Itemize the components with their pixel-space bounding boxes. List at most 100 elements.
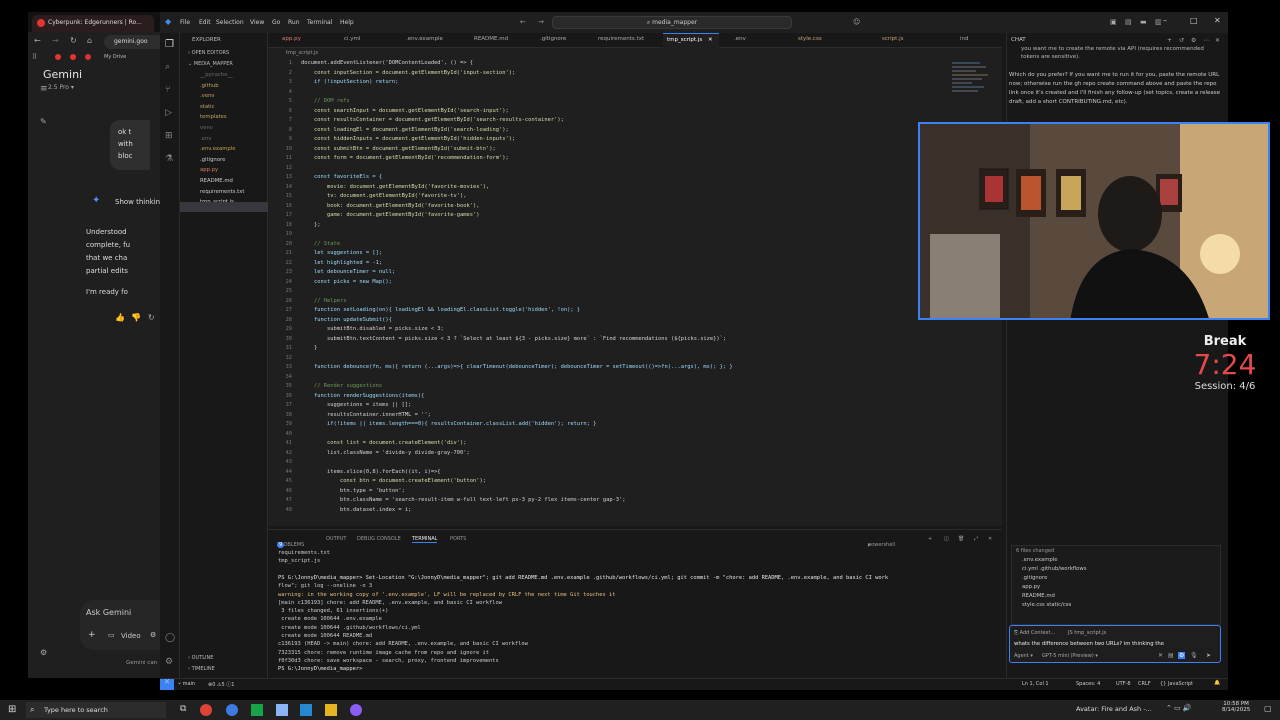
file-tree-item[interactable]: static	[192, 102, 268, 113]
new-chat-icon[interactable]: +	[1167, 37, 1172, 44]
close-icon[interactable]: ✕	[1214, 16, 1221, 25]
menu-help[interactable]: Help	[340, 19, 354, 26]
media-notification[interactable]: Avatar: Fire and Ash -...	[1076, 705, 1152, 713]
history-icon[interactable]: ↺	[1179, 37, 1184, 44]
command-center[interactable]: ⌕ media_mapper	[552, 16, 792, 29]
forward-icon[interactable]: →	[52, 36, 59, 45]
app-icon[interactable]	[276, 704, 288, 716]
layout-icon[interactable]: ▣	[1110, 18, 1117, 26]
add-context-button[interactable]: ⎘ Add Context...	[1014, 630, 1055, 636]
maximize-panel-icon[interactable]: ⤢	[974, 536, 978, 542]
account-icon[interactable]: ◯	[165, 633, 175, 643]
panel-tab-ports[interactable]: PORTS	[450, 536, 466, 542]
file-tree-item[interactable]: .env.example	[192, 144, 268, 155]
changed-file-item[interactable]: app.py	[1012, 583, 1220, 592]
run-debug-icon[interactable]: ▷	[165, 108, 172, 118]
notifications-icon[interactable]: 🔔	[1214, 680, 1220, 686]
model-selector[interactable]: 2.5 Pro ▾	[48, 84, 74, 91]
new-chat-icon[interactable]: ✎	[40, 117, 47, 126]
url-field[interactable]: gemini.goo	[104, 35, 160, 49]
timeline-header[interactable]: › TIMELINE	[188, 666, 215, 672]
cursor-position[interactable]: Ln 1, Col 1	[1022, 681, 1049, 687]
toggle-icon[interactable]: ⚙	[1178, 652, 1186, 659]
tools-icon[interactable]: ✕	[1158, 652, 1163, 659]
branch-indicator[interactable]: ⑂ main	[178, 681, 195, 687]
new-terminal-icon[interactable]: +	[928, 536, 932, 542]
copilot-icon[interactable]: ☺	[853, 18, 860, 26]
prompt-input[interactable]: Ask Gemini	[86, 608, 131, 617]
close-tab-icon[interactable]: ✕	[708, 37, 713, 43]
manage-icon[interactable]: ⚙	[165, 657, 173, 667]
obs-icon[interactable]	[350, 704, 362, 716]
file-tree-item[interactable]: .venv	[192, 91, 268, 102]
tools-icon[interactable]: ⚙	[150, 631, 156, 639]
changed-file-item[interactable]: .env.example	[1012, 556, 1220, 565]
tab-gitignore[interactable]: .gitignore	[540, 36, 566, 42]
task-view-icon[interactable]: ⧉	[180, 704, 186, 714]
secondary-sidebar-icon[interactable]: ▥	[1155, 18, 1162, 26]
breadcrumb[interactable]: tmp_script.js	[286, 50, 318, 56]
file-tree-item[interactable]: .gitignore	[192, 155, 268, 166]
testing-icon[interactable]: ⚗	[165, 154, 173, 164]
tab-style-css[interactable]: style.css	[798, 36, 822, 42]
panel-toggle-icon[interactable]: ▬	[1140, 18, 1147, 26]
chat-settings-icon[interactable]: ⚙	[1191, 37, 1196, 44]
file-tree-item[interactable]: requirements.txt	[192, 187, 268, 198]
nav-back-icon[interactable]: ←	[520, 18, 526, 26]
chat-input[interactable]: whats the difference between two URLs? i…	[1014, 641, 1164, 647]
tab-ci-yml[interactable]: ci.yml	[344, 36, 360, 42]
back-icon[interactable]: ←	[34, 36, 41, 45]
tab-app-py[interactable]: app.py	[282, 36, 301, 42]
model-picker[interactable]: GPT-5 mini (Preview) ▾	[1042, 653, 1098, 659]
tab-tmp-script-active[interactable]: tmp_script.js ✕	[663, 33, 719, 48]
source-control-icon[interactable]: ⑂	[165, 85, 170, 95]
terminal-output[interactable]: requirements.txt tmp_script.js PS G:\Jonny…	[268, 550, 988, 675]
add-icon[interactable]: +	[88, 630, 96, 640]
tab-script-js[interactable]: script.js	[882, 36, 903, 42]
clock[interactable]: 10:58 PM 8/14/2025	[1222, 701, 1250, 713]
outline-header[interactable]: › OUTLINE	[188, 655, 213, 661]
thumbs-down-icon[interactable]: 👎	[131, 313, 141, 322]
maximize-icon[interactable]: □	[1190, 16, 1198, 25]
settings-icon[interactable]: ⚙	[40, 648, 47, 657]
menu-selection[interactable]: Selection	[216, 19, 244, 26]
menu-icon[interactable]: ≡	[40, 84, 48, 94]
tab-env-example[interactable]: .env.example	[406, 36, 443, 42]
sidebar-toggle-icon[interactable]: ▤	[1125, 18, 1132, 26]
show-thinking-toggle[interactable]: Show thinkin	[115, 198, 160, 206]
file-tree-item[interactable]: README.md	[192, 176, 268, 187]
menu-view[interactable]: View	[250, 19, 264, 26]
nav-forward-icon[interactable]: →	[538, 18, 544, 26]
problems-indicator[interactable]: ⊗0 ⚠5 ⓘ1	[208, 681, 234, 688]
chat-close-icon[interactable]: ✕	[1215, 37, 1220, 44]
remote-icon[interactable]: ⟩⟨	[160, 679, 174, 690]
bookmark-icon[interactable]	[55, 54, 61, 60]
chrome-icon[interactable]	[200, 704, 212, 716]
encoding[interactable]: UTF-8	[1116, 681, 1131, 687]
changed-file-item[interactable]: .gitignore	[1012, 574, 1220, 583]
tools-config-icon[interactable]: ▤	[1168, 652, 1174, 659]
bookmark-icon[interactable]	[85, 54, 91, 60]
file-tree-item[interactable]: __pycache__	[192, 70, 268, 81]
notification-center-icon[interactable]: ▢	[1264, 704, 1272, 713]
browser-tab[interactable]: Cyberpunk: Edgerunners | Ro...	[32, 15, 154, 32]
mic-icon[interactable]: 🎙	[1190, 652, 1198, 659]
close-panel-icon[interactable]: ✕	[988, 536, 992, 542]
menu-file[interactable]: File	[180, 19, 190, 26]
open-editors-header[interactable]: › OPEN EDITORS	[188, 50, 229, 56]
tab-readme[interactable]: README.md	[474, 36, 508, 42]
mode-selector[interactable]: Agent ▾	[1014, 653, 1033, 659]
panel-tab-output[interactable]: OUTPUT	[326, 536, 346, 542]
changed-file-item[interactable]: style.css static/css	[1012, 601, 1220, 610]
steam-icon[interactable]	[226, 704, 238, 716]
app-icon[interactable]	[251, 704, 263, 716]
vscode-taskbar-icon[interactable]	[300, 704, 312, 716]
menu-go[interactable]: Go	[272, 19, 280, 26]
bookmark-my-drive[interactable]: My Drive	[104, 54, 126, 60]
home-icon[interactable]: ⌂	[87, 36, 92, 45]
changed-file-item[interactable]: README.md	[1012, 592, 1220, 601]
file-tree-item[interactable]: venv	[192, 123, 268, 134]
code-editor[interactable]: tmp_script.js 1 document.addEventListener…	[268, 48, 1002, 526]
extensions-icon[interactable]: ⊞	[165, 131, 173, 141]
file-explorer-icon[interactable]	[325, 704, 337, 716]
